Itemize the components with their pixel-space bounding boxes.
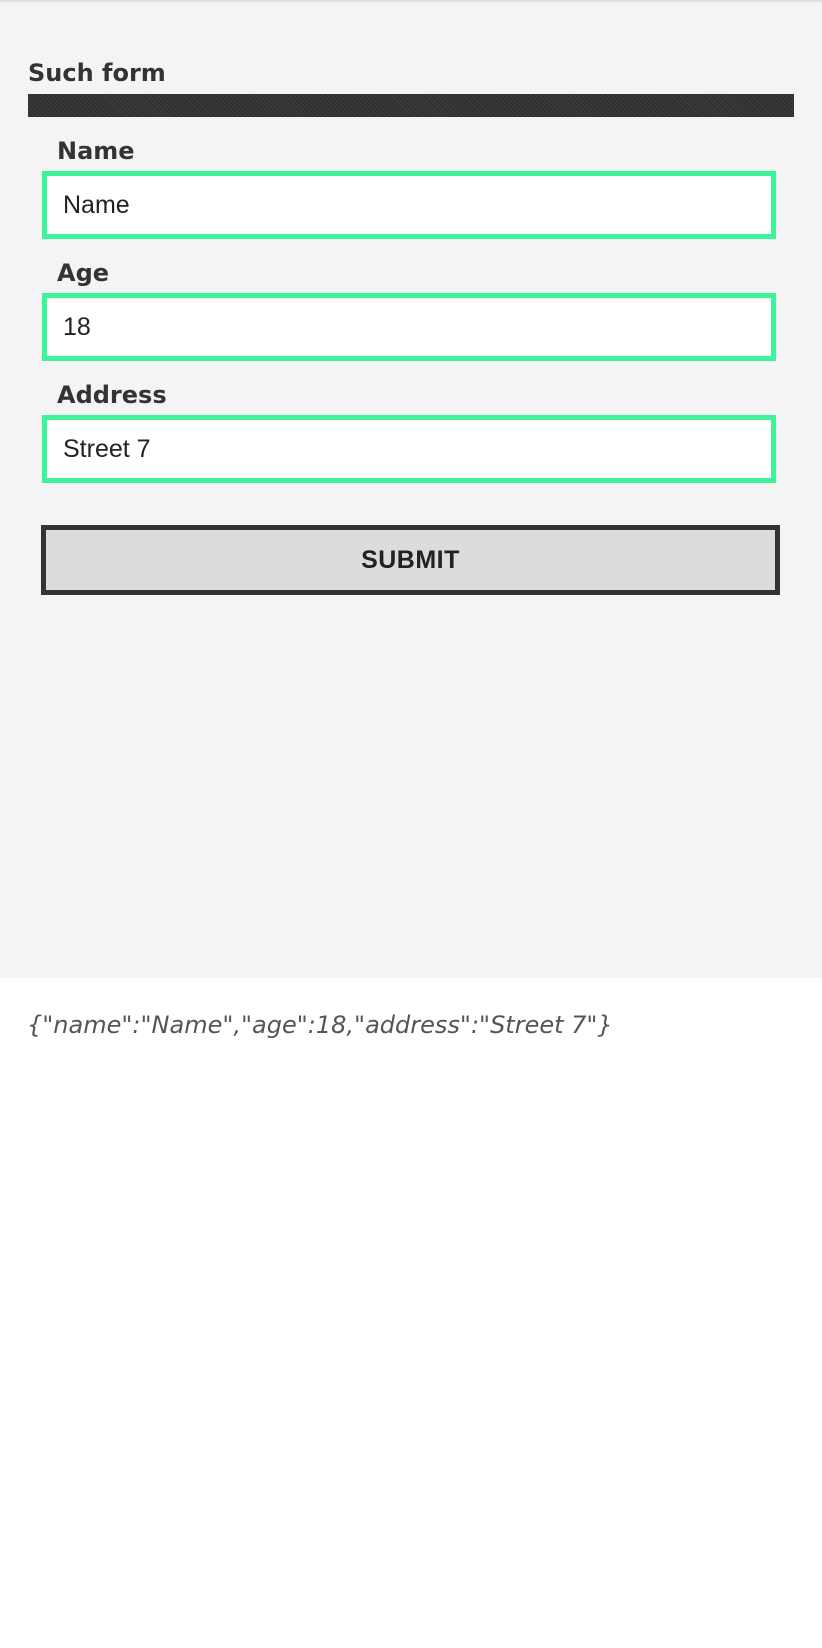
age-label: Age <box>57 259 110 287</box>
name-label: Name <box>57 137 135 165</box>
form-title: Such form <box>28 59 166 87</box>
form-title-bar <box>28 94 794 117</box>
form-panel: Such form Name Age Address SUBMIT <box>0 0 822 978</box>
address-input[interactable] <box>42 415 776 483</box>
address-label: Address <box>57 381 167 409</box>
name-input[interactable] <box>42 171 776 239</box>
age-input[interactable] <box>42 293 776 361</box>
submit-button[interactable]: SUBMIT <box>41 525 780 595</box>
json-output: {"name":"Name","age":18,"address":"Stree… <box>27 1011 613 1039</box>
